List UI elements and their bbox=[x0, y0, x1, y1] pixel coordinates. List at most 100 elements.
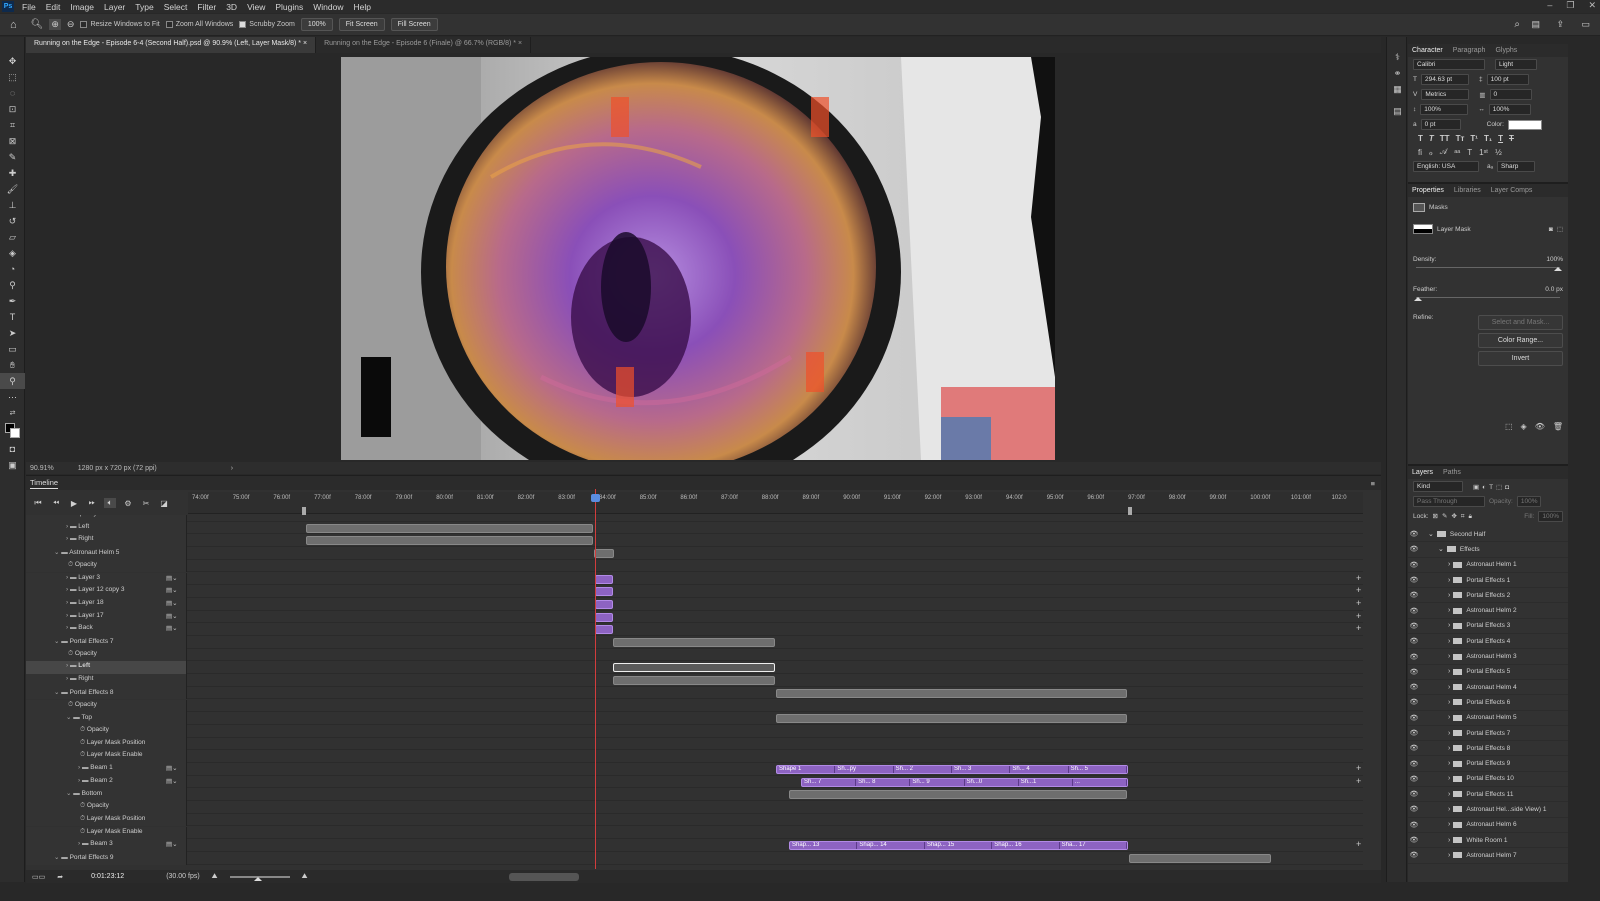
layer-row[interactable]: 👁︎ › Portal Effects 11 bbox=[1408, 787, 1568, 803]
history-brush-icon[interactable]: ↺ bbox=[0, 213, 25, 229]
status-menu-icon[interactable]: › bbox=[231, 465, 233, 472]
swap-colors-icon[interactable]: ⇄ bbox=[0, 405, 25, 421]
stopwatch-icon[interactable]: ⏱ bbox=[68, 515, 75, 517]
feather-slider[interactable] bbox=[1414, 297, 1560, 301]
timeline-row[interactable]: ⌄ ▬ Portal Effects 8 bbox=[26, 686, 1363, 700]
feather-value[interactable]: 0.0 px bbox=[1545, 286, 1563, 293]
filmstrip-menu-icon[interactable]: ▤⌄ bbox=[166, 599, 178, 607]
timeline-row[interactable]: ⏱ Layer Mask Enable bbox=[26, 826, 1363, 840]
layer-row[interactable]: 👁︎ › Astronaut Helm 1 bbox=[1408, 558, 1568, 573]
track-header[interactable]: ⌄ ▬ Portal Effects 9 bbox=[26, 851, 187, 865]
menu-3d[interactable]: 3D bbox=[221, 2, 242, 12]
restore-icon[interactable]: ❐ bbox=[1566, 0, 1574, 11]
transition-icon[interactable]: ◪ bbox=[158, 499, 170, 508]
visibility-eye-icon[interactable]: 👁︎ bbox=[1408, 836, 1420, 844]
track-header[interactable]: ⏱ Layer Mask Position bbox=[26, 737, 187, 751]
visibility-eye-icon[interactable]: 👁︎ bbox=[1408, 775, 1420, 783]
scrubby-zoom-option[interactable]: Scrubby Zoom bbox=[239, 21, 295, 28]
timeline-row[interactable]: › ▬ Left bbox=[26, 661, 1363, 675]
track-header[interactable]: ⌄ ▬ Portal Effects 7 bbox=[26, 636, 187, 649]
chevron-right-icon[interactable]: › bbox=[1448, 561, 1450, 568]
color-swatch[interactable] bbox=[1507, 119, 1542, 130]
filmstrip-menu-icon[interactable]: ▤⌄ bbox=[166, 840, 178, 848]
chevron-right-icon[interactable]: › bbox=[1448, 577, 1450, 584]
timeline-clip[interactable] bbox=[613, 676, 775, 686]
delete-mask-icon[interactable]: 🗑︎ bbox=[1553, 422, 1563, 431]
tracking-field[interactable]: 0 bbox=[1489, 89, 1532, 100]
layer-row[interactable]: 👁︎ › Portal Effects 8 bbox=[1408, 741, 1568, 757]
add-media-icon[interactable]: + bbox=[1356, 573, 1361, 583]
close-tab-icon[interactable]: × bbox=[518, 40, 522, 47]
timeline-row[interactable]: ⏱ Layer Mask Enable bbox=[26, 750, 1363, 763]
visibility-eye-icon[interactable]: 👁︎ bbox=[1408, 607, 1420, 615]
chevron-right-icon[interactable]: › bbox=[1448, 714, 1450, 721]
move-tool-icon[interactable]: ✥ bbox=[0, 53, 25, 69]
layer-row[interactable]: 👁︎ › Portal Effects 2 bbox=[1408, 588, 1568, 604]
zoom-all-option[interactable]: Zoom All Windows bbox=[165, 21, 233, 28]
tab-glyphs[interactable]: Glyphs bbox=[1495, 47, 1517, 54]
blend-mode-select[interactable]: Pass Through bbox=[1413, 496, 1485, 507]
timeline-row[interactable]: ⏱ Layer Mask Position bbox=[26, 813, 1363, 827]
visibility-eye-icon[interactable]: 👁︎ bbox=[1408, 790, 1420, 798]
faux-italic-icon[interactable]: T bbox=[1429, 134, 1434, 143]
pixel-mask-icon[interactable]: ◙ bbox=[1549, 226, 1553, 233]
swatches-panel-icon[interactable]: ▦ bbox=[1387, 81, 1408, 97]
scrubby-zoom-checkbox[interactable] bbox=[239, 21, 247, 28]
timeline-row[interactable]: ⌄ ▬ Bottom bbox=[26, 788, 1363, 802]
layer-expand-icon[interactable]: › ▬ bbox=[66, 624, 78, 631]
shape-clip[interactable]: Sh... 5 bbox=[1069, 766, 1127, 773]
visibility-eye-icon[interactable]: 👁︎ bbox=[1408, 561, 1420, 569]
folder-icon[interactable]: ⌄ ▬ bbox=[54, 854, 70, 861]
layer-row[interactable]: 👁︎ › White Room 1 bbox=[1408, 833, 1568, 849]
folder-icon[interactable]: ⌄ ▬ bbox=[54, 638, 70, 645]
zoom-in-timeline-icon[interactable]: ⛰︎ bbox=[302, 873, 308, 881]
timeline-row[interactable]: + › ▬ Back ▤⌄ bbox=[26, 623, 1363, 636]
settings-icon[interactable]: ⚙ bbox=[122, 499, 134, 508]
panel-menu-icon[interactable]: ≡ bbox=[1371, 479, 1375, 488]
shape-clip[interactable]: Sh...1 bbox=[1019, 778, 1073, 786]
font-family-select[interactable]: Calibri bbox=[1413, 59, 1485, 70]
track-header[interactable]: › ▬ Layer 18 ▤⌄ bbox=[26, 597, 187, 611]
rectangle-tool-icon[interactable]: ▭ bbox=[0, 341, 25, 357]
layer-expand-icon[interactable]: › ▬ bbox=[66, 612, 78, 619]
visibility-eye-icon[interactable]: 👁︎ bbox=[1408, 698, 1420, 706]
layer-row[interactable]: 👁︎ › Astronaut Helm 7 bbox=[1408, 848, 1568, 864]
timeline-clip[interactable] bbox=[306, 523, 593, 533]
visibility-eye-icon[interactable]: 👁︎ bbox=[1408, 622, 1420, 630]
marquee-tool-icon[interactable]: ⬚ bbox=[0, 69, 25, 85]
filmstrip-menu-icon[interactable]: ▤⌄ bbox=[166, 612, 178, 620]
fill-screen-button[interactable]: Fill Screen bbox=[390, 18, 438, 31]
ordinals-icon[interactable]: 1ˢᵗ bbox=[1479, 148, 1488, 157]
stopwatch-icon[interactable]: ⏱ bbox=[68, 701, 75, 708]
close-icon[interactable]: ✕ bbox=[1588, 0, 1596, 11]
render-icon[interactable]: ➦ bbox=[57, 873, 63, 881]
timeline-row[interactable]: + › ▬ Layer 18 ▤⌄ bbox=[26, 597, 1363, 611]
filmstrip-menu-icon[interactable]: ▤⌄ bbox=[166, 777, 178, 785]
fractions-icon[interactable]: ½ bbox=[1495, 148, 1502, 157]
chevron-right-icon[interactable]: › bbox=[1448, 806, 1450, 813]
next-frame-icon[interactable]: ⏩︎ bbox=[86, 498, 98, 508]
layer-row[interactable]: 👁︎ › Astronaut Helm 4 bbox=[1408, 680, 1568, 696]
track-header[interactable]: ⏱ Opacity bbox=[26, 801, 187, 814]
stylistic-alt-icon[interactable]: ᵃᵃ bbox=[1454, 148, 1460, 157]
tab-character[interactable]: Character bbox=[1412, 47, 1443, 54]
visibility-eye-icon[interactable]: 👁︎ bbox=[1408, 805, 1420, 813]
ligatures-icon[interactable]: ﬁ bbox=[1418, 148, 1422, 157]
timeline-clip[interactable] bbox=[306, 536, 593, 546]
track-header[interactable]: › ▬ Beam 3 ▤⌄ bbox=[26, 839, 187, 852]
menu-view[interactable]: View bbox=[242, 2, 270, 12]
menu-file[interactable]: File bbox=[17, 2, 41, 12]
zoom-tool-icon[interactable]: ⚲ bbox=[0, 373, 25, 389]
opacity-field[interactable]: 100% bbox=[1516, 496, 1542, 507]
folder-icon[interactable]: ⌄ ▬ bbox=[54, 689, 70, 696]
quick-mask-icon[interactable]: ◘ bbox=[0, 441, 25, 457]
tab-layers[interactable]: Layers bbox=[1412, 469, 1433, 476]
strikethrough-icon[interactable]: T bbox=[1509, 134, 1514, 143]
add-media-icon[interactable]: + bbox=[1356, 776, 1361, 786]
track-header[interactable]: ⌄ ▬ Astronaut Helm 5 bbox=[26, 547, 187, 560]
stopwatch-icon[interactable]: ⏱ bbox=[68, 650, 75, 657]
beam-clip-group[interactable]: Shap... 13 Shap... 14 Shap... 15 Shap... 16… bbox=[789, 841, 1128, 851]
stopwatch-icon[interactable]: ⏱ bbox=[80, 802, 87, 809]
tables-icon[interactable]: ▤ bbox=[1387, 103, 1408, 119]
track-header[interactable]: ⏱ Opacity bbox=[26, 724, 187, 738]
